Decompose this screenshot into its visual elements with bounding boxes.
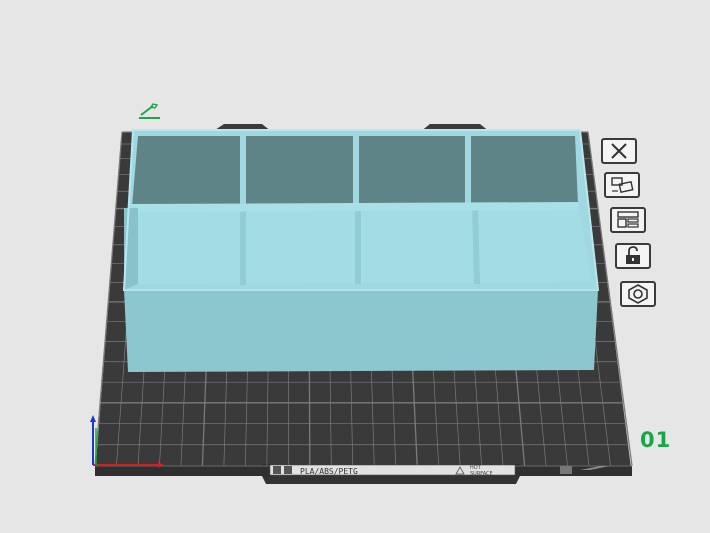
edit-plate-name-icon[interactable]	[138, 101, 162, 119]
plate-layers-icon	[617, 211, 639, 228]
plate-number: 01	[640, 428, 672, 452]
unlock-icon	[626, 246, 640, 264]
close-plate-button[interactable]	[601, 138, 637, 164]
plate-material-label: PLA/ABS/PETG	[300, 467, 358, 476]
plate-layers-button[interactable]	[610, 207, 646, 233]
model-storage-box[interactable]	[122, 129, 600, 372]
3d-viewport[interactable]: PLA/ABS/PETG HOT SURFACE	[0, 0, 710, 533]
arrange-icon	[611, 177, 634, 193]
arrange-button[interactable]	[604, 172, 640, 198]
close-icon	[611, 143, 627, 159]
plate-settings-icon	[628, 284, 648, 304]
plate-surface-label-2: SURFACE	[470, 471, 493, 477]
lock-plate-button[interactable]	[615, 243, 651, 269]
plate-settings-button[interactable]	[620, 281, 656, 307]
